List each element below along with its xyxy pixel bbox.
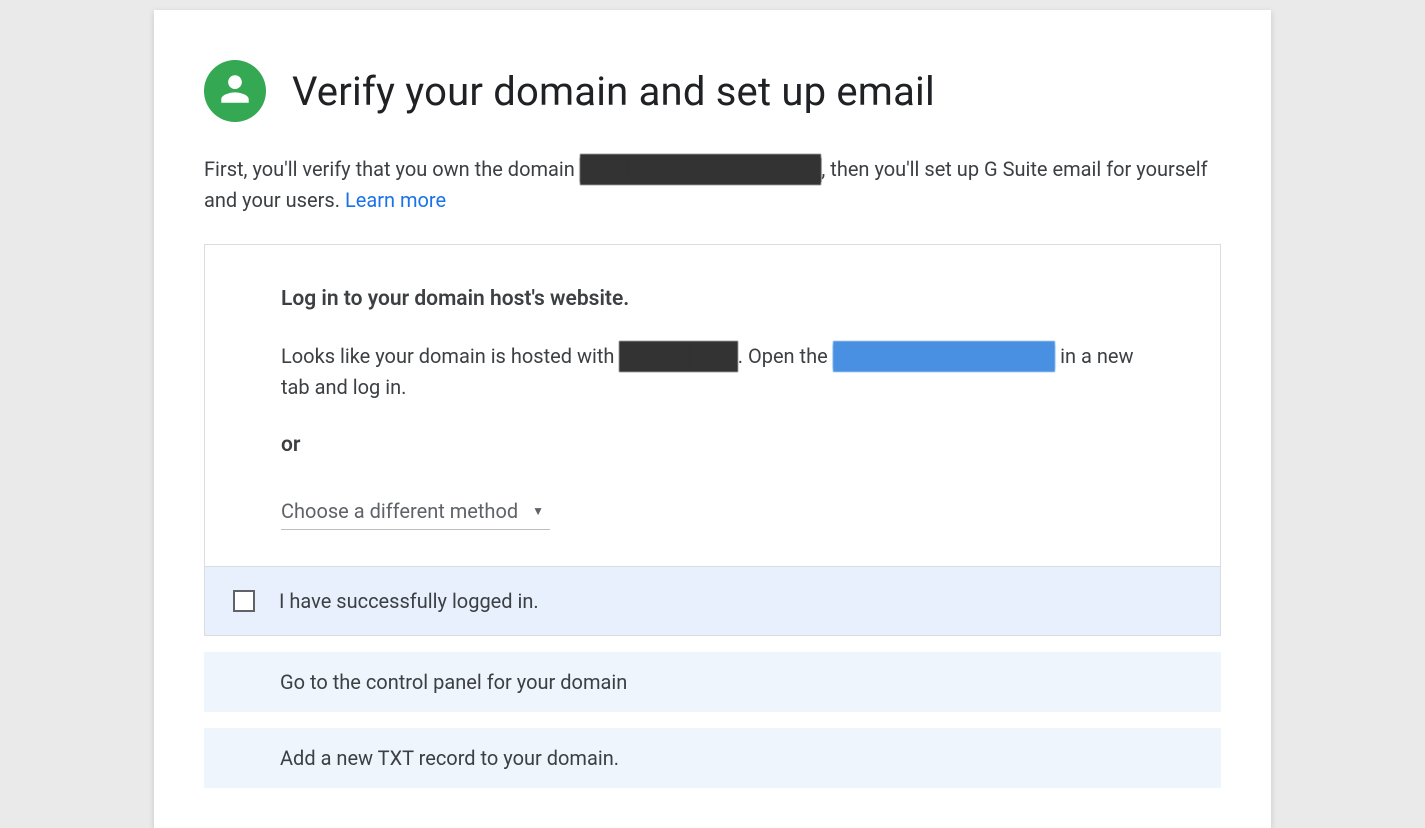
intro-domain-redacted: ██ ███ ██████ █████ <box>580 154 822 185</box>
step-host-redacted: ██████ ██ <box>619 341 737 372</box>
step-text-1: Looks like your domain is hosted with <box>281 344 619 368</box>
host-link-redacted: ██████ ███████ ██ <box>833 341 1055 372</box>
step-heading: Log in to your domain host's website. <box>281 287 1144 311</box>
or-label: or <box>281 433 1144 457</box>
substep-add-txt-record[interactable]: Add a new TXT record to your domain. <box>204 728 1221 788</box>
confirm-logged-in-checkbox[interactable] <box>233 590 255 612</box>
learn-more-link[interactable]: Learn more <box>345 188 446 212</box>
method-select-label: Choose a different method <box>281 499 518 523</box>
step-text-2: . Open the <box>738 344 833 368</box>
substep-control-panel[interactable]: Go to the control panel for your domain <box>204 652 1221 712</box>
chevron-down-icon: ▼ <box>532 504 544 518</box>
setup-card: Verify your domain and set up email Firs… <box>154 10 1271 828</box>
confirm-logged-in-label: I have successfully logged in. <box>279 589 539 613</box>
person-icon <box>218 72 252 111</box>
substep-label: Add a new TXT record to your domain. <box>280 746 619 770</box>
account-avatar <box>204 60 266 122</box>
step-box: Log in to your domain host's website. Lo… <box>204 244 1221 636</box>
page-header: Verify your domain and set up email <box>154 10 1271 122</box>
verification-method-select[interactable]: Choose a different method ▼ <box>281 499 550 530</box>
substep-label: Go to the control panel for your domain <box>280 670 627 694</box>
intro-paragraph: First, you'll verify that you own the do… <box>154 122 1271 216</box>
confirm-logged-in-row: I have successfully logged in. <box>205 566 1220 635</box>
page-title: Verify your domain and set up email <box>292 68 935 115</box>
intro-text-1: First, you'll verify that you own the do… <box>204 157 580 181</box>
step-body: Looks like your domain is hosted with ██… <box>281 341 1144 403</box>
host-site-link[interactable]: ██████ ███████ ██ <box>833 344 1055 368</box>
